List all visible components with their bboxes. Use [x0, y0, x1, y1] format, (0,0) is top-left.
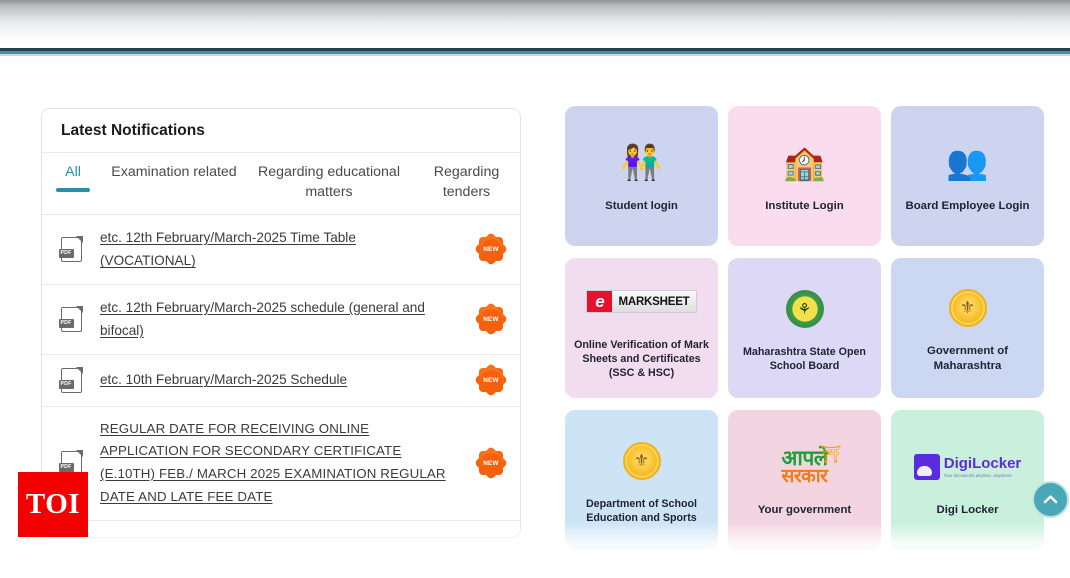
- notification-text: REGULAR DATE FOR RECEIVING ONLINE APPLIC…: [100, 418, 462, 509]
- notification-row[interactable]: PDFetc. 12th February/March-2025 schedul…: [42, 285, 520, 355]
- tile-label: Government of Maharashtra: [897, 344, 1038, 375]
- quick-link-tile[interactable]: 👥 Board Employee Login: [891, 106, 1044, 246]
- quick-link-tile[interactable]: 👫 Student login: [565, 106, 718, 246]
- tile-label: Digi Locker: [936, 503, 998, 518]
- tile-label: Student login: [605, 199, 678, 214]
- notification-link[interactable]: Regarding Life Certificate of Retirement…: [100, 536, 414, 538]
- new-badge: NEW: [462, 450, 520, 476]
- notification-row[interactable]: PDFetc. 10th February/March-2025 Schedul…: [42, 355, 520, 407]
- notification-text: etc. 12th February/March-2025 schedule (…: [100, 296, 462, 343]
- quick-link-tile[interactable]: Department of School Education and Sport…: [565, 410, 718, 550]
- pdf-file-icon: PDF: [42, 237, 100, 262]
- chevron-up-icon: [1041, 490, 1060, 509]
- notification-row[interactable]: PDFetc. 12th February/March-2025 Time Ta…: [42, 215, 520, 285]
- tile-label: Your government: [758, 503, 851, 518]
- panel-title: Latest Notifications: [42, 109, 520, 153]
- notification-link[interactable]: etc. 12th February/March-2025 schedule (…: [100, 300, 425, 338]
- notification-row[interactable]: PDFREGULAR DATE FOR RECEIVING ONLINE APP…: [42, 407, 520, 521]
- quick-link-tile[interactable]: Maharashtra State Open School Board: [728, 258, 881, 398]
- tab-all[interactable]: All: [42, 163, 104, 192]
- page-root: Latest Notifications All Examination rel…: [0, 0, 1070, 578]
- quick-link-tile[interactable]: Government of Maharashtra: [891, 258, 1044, 398]
- tab-examination-related[interactable]: Examination related: [104, 163, 244, 192]
- notification-row[interactable]: PDFRegarding Life Certificate of Retirem…: [42, 521, 520, 538]
- notification-text: Regarding Life Certificate of Retirement…: [100, 532, 462, 538]
- tile-label: Maharashtra State Open School Board: [734, 345, 875, 374]
- digilocker-logo: DigiLockerYour documents anytime, anywhe…: [914, 441, 1022, 493]
- pdf-file-icon: PDF: [42, 368, 100, 393]
- quick-link-tile[interactable]: ⛩आपलेसरकार Your government: [728, 410, 881, 550]
- tile-label: Online Verification of Mark Sheets and C…: [571, 338, 712, 381]
- latest-notifications-panel: Latest Notifications All Examination rel…: [41, 108, 521, 538]
- tile-label: Institute Login: [765, 199, 843, 214]
- quick-links-grid: 👫 Student login 🏫 Institute Login 👥 Board Emp…: [565, 106, 1055, 550]
- toi-watermark-text: TOI: [26, 488, 80, 521]
- tab-regarding-tenders[interactable]: Regarding tenders: [414, 163, 519, 211]
- pdf-file-icon: PDF: [42, 307, 100, 332]
- new-badge: NEW: [462, 236, 520, 262]
- school-building-icon: 🏫: [783, 137, 825, 189]
- notification-link[interactable]: etc. 10th February/March-2025 Schedule: [100, 372, 347, 387]
- aaple-sarkar-logo: ⛩आपलेसरकार: [781, 441, 827, 493]
- notification-text: etc. 10th February/March-2025 Schedule: [100, 368, 462, 391]
- quick-link-tile[interactable]: eMARKSHEET Online Verification of Mark Sh…: [565, 258, 718, 398]
- tile-label: Board Employee Login: [905, 199, 1029, 214]
- header-divider-shadow: [0, 54, 1070, 56]
- quick-link-tile[interactable]: DigiLockerYour documents anytime, anywhe…: [891, 410, 1044, 550]
- tab-educational-matters[interactable]: Regarding educational matters: [244, 163, 414, 211]
- employees-group-icon: 👥: [946, 137, 988, 189]
- notification-text: etc. 12th February/March-2025 Time Table…: [100, 226, 462, 273]
- new-badge: NEW: [462, 306, 520, 332]
- notification-list: PDFetc. 12th February/March-2025 Time Ta…: [42, 215, 520, 538]
- tile-label: Department of School Education and Sport…: [571, 497, 712, 526]
- govt-seal-icon: [623, 435, 661, 487]
- toi-watermark: TOI: [18, 472, 88, 537]
- students-icon: 👫: [620, 137, 662, 189]
- emarksheet-logo: eMARKSHEET: [586, 276, 696, 328]
- msosb-emblem-icon: [786, 283, 824, 335]
- new-badge: NEW: [462, 367, 520, 393]
- quick-link-tile[interactable]: 🏫 Institute Login: [728, 106, 881, 246]
- site-header-band: [0, 0, 1070, 48]
- govt-seal-icon: [949, 282, 987, 334]
- notification-link[interactable]: etc. 12th February/March-2025 Time Table…: [100, 230, 356, 268]
- notification-tabs: All Examination related Regarding educat…: [42, 153, 520, 215]
- scroll-to-top-button[interactable]: [1032, 481, 1069, 518]
- notification-link[interactable]: REGULAR DATE FOR RECEIVING ONLINE APPLIC…: [100, 421, 446, 505]
